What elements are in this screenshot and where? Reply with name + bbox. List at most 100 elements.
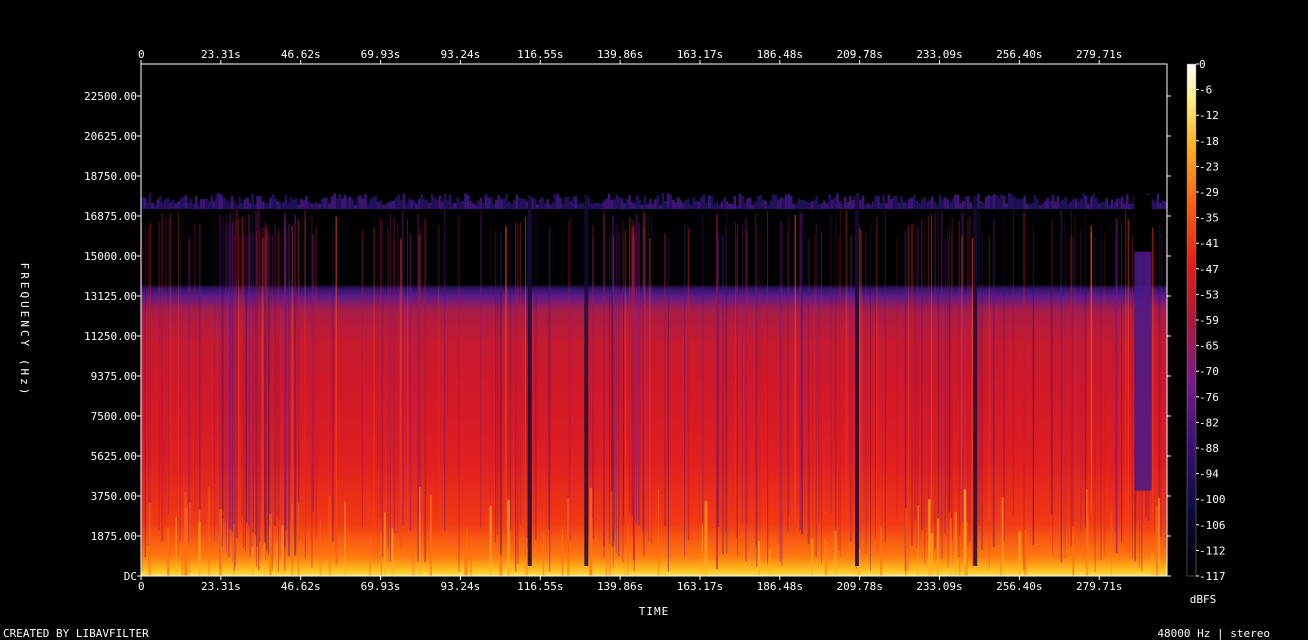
cutoff-fringe xyxy=(256,195,259,210)
cutoff-fringe xyxy=(482,202,485,210)
cutoff-fringe xyxy=(400,200,403,209)
cutoff-fringe xyxy=(556,194,560,210)
cutoff-fringe xyxy=(443,193,447,209)
cutoff-fringe xyxy=(1028,204,1032,210)
cutoff-fringe xyxy=(864,204,867,209)
spectrum-streak xyxy=(1132,237,1134,559)
cutoff-fringe xyxy=(1061,199,1065,210)
cutoff-fringe xyxy=(954,194,957,209)
spectrum-streak xyxy=(1121,222,1123,543)
cutoff-fringe xyxy=(210,195,213,210)
signal-gap xyxy=(973,195,978,566)
cutoff-fringe xyxy=(869,204,873,209)
cutoff-fringe xyxy=(436,200,439,209)
spectrum-streak xyxy=(1050,220,1053,516)
spectrum-streak xyxy=(534,212,537,541)
low-freq-band xyxy=(657,489,660,576)
cutoff-fringe xyxy=(1126,194,1129,210)
cutoff-fringe xyxy=(571,197,575,209)
spectrum-streak xyxy=(256,212,258,548)
cutoff-fringe xyxy=(212,201,216,209)
cutoff-fringe xyxy=(300,198,303,209)
low-freq-band xyxy=(199,509,201,576)
spectrum-streak xyxy=(838,236,840,551)
spectrum-streak xyxy=(618,232,620,557)
low-freq-band xyxy=(208,486,210,576)
cutoff-fringe xyxy=(828,194,831,210)
cutoff-fringe xyxy=(633,203,637,209)
spectrum-streak xyxy=(424,218,427,563)
spectrum-streak xyxy=(236,209,238,539)
low-freq-band xyxy=(1000,550,1002,576)
cutoff-fringe xyxy=(569,200,572,210)
spectrum-streak xyxy=(612,228,614,568)
low-freq-band xyxy=(834,530,837,576)
low-freq-band xyxy=(542,531,545,576)
cutoff-fringe xyxy=(1110,199,1114,210)
cutoff-fringe xyxy=(659,204,662,210)
spectrum-streak xyxy=(304,210,306,540)
cutoff-fringe xyxy=(946,199,949,210)
cutoff-fringe xyxy=(679,200,683,209)
cutoff-fringe xyxy=(943,197,947,209)
low-freq-band xyxy=(233,523,235,576)
spectrum-streak xyxy=(911,224,913,546)
cutoff-fringe xyxy=(374,196,377,209)
cutoff-fringe xyxy=(1046,197,1049,209)
spectrogram-chart: 0 0 23.31s 23.31s 46.62s 46.62s 69.93s 69.93s 93… xyxy=(3,48,1270,640)
spectrum-streak xyxy=(276,232,279,517)
cutoff-fringe xyxy=(941,199,944,209)
cutoff-fringe xyxy=(1008,193,1011,210)
low-freq-band xyxy=(811,538,813,576)
spectrum-streak xyxy=(978,211,981,526)
cutoff-fringe xyxy=(707,195,711,210)
spectrum-streak xyxy=(278,229,279,572)
cutoff-fringe xyxy=(969,202,973,210)
cutoff-fringe xyxy=(654,199,657,209)
y-tick-label: 11250.00 xyxy=(84,330,137,343)
cutoff-fringe xyxy=(638,199,642,210)
cutoff-fringe xyxy=(343,194,347,209)
cutoff-fringe xyxy=(851,200,855,210)
cutoff-fringe xyxy=(846,202,849,209)
cutoff-fringe xyxy=(164,199,167,209)
low-freq-band xyxy=(930,533,934,576)
spectrum-streak xyxy=(397,223,399,533)
cutoff-fringe xyxy=(574,196,578,210)
cutoff-fringe xyxy=(289,196,293,210)
cutoff-fringe xyxy=(484,194,488,210)
y-tick-label: 1875.00 xyxy=(91,530,137,543)
spectrum-streak xyxy=(480,210,482,528)
spectrum-streak xyxy=(419,229,421,516)
cutoff-fringe xyxy=(241,203,244,210)
cutoff-fringe xyxy=(1020,198,1024,209)
spectrum-streak xyxy=(1052,216,1054,558)
spectrum-streak xyxy=(458,216,460,572)
cutoff-fringe xyxy=(910,197,914,210)
low-freq-band xyxy=(611,491,613,576)
cutoff-fringe xyxy=(620,198,624,209)
cutoff-fringe xyxy=(992,194,996,210)
spectrum-streak xyxy=(941,210,943,559)
spectrum-streak xyxy=(643,228,645,556)
quiet-region xyxy=(1134,251,1152,491)
cutoff-fringe xyxy=(541,196,544,209)
spectrum-streak xyxy=(252,232,254,533)
cutoff-fringe xyxy=(866,203,870,210)
cutoff-fringe xyxy=(507,201,511,210)
cutoff-fringe xyxy=(418,198,421,210)
cutoff-fringe xyxy=(1161,200,1165,210)
spectrum-streak xyxy=(967,219,969,546)
spectrum-streak xyxy=(1115,218,1118,554)
low-freq-band xyxy=(627,524,629,576)
cutoff-fringe xyxy=(702,194,706,210)
spectrum-streak xyxy=(269,224,271,527)
spectrum-streak xyxy=(981,233,983,551)
spectrum-streak xyxy=(1090,231,1093,513)
colorbar-ticks: 0 -6 -12 -18 -23 -29 -35 -41 -47 -53 -59 -65 -70 -76 -… xyxy=(1196,58,1226,583)
spectrum-streak xyxy=(870,225,871,571)
cutoff-fringe xyxy=(564,197,567,210)
cutoff-fringe xyxy=(979,200,983,210)
cutoff-fringe xyxy=(1100,201,1103,210)
cutoff-fringe xyxy=(320,199,324,210)
